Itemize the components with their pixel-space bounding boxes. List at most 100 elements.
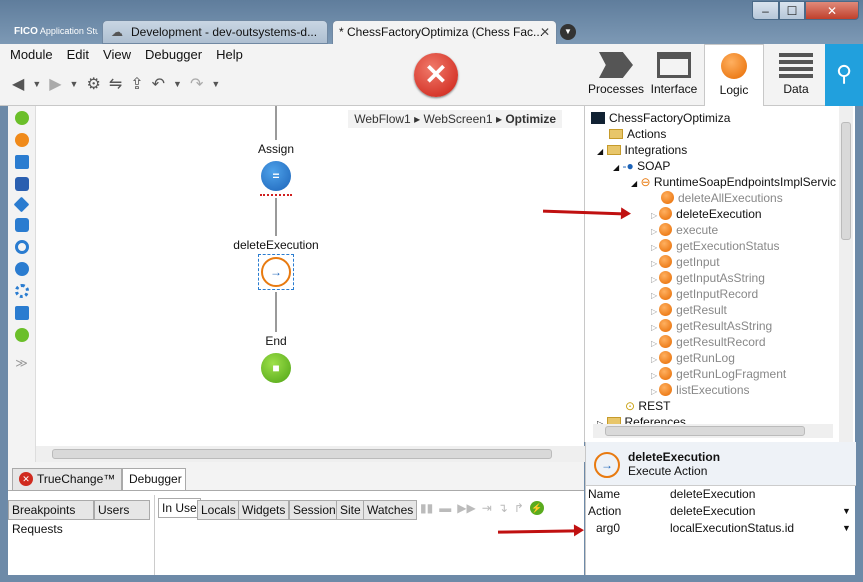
tree-method[interactable]: ▷ getInput <box>651 254 720 270</box>
property-value[interactable]: deleteExecution <box>670 486 755 502</box>
canvas-horizontal-scrollbar[interactable] <box>36 446 618 462</box>
tree-method[interactable]: ▷ getResultRecord <box>651 334 766 350</box>
error-status-button[interactable]: ✕ <box>414 53 458 97</box>
tree-method[interactable]: ▷ getInputAsString <box>651 270 765 286</box>
expand-icon[interactable]: ▷ <box>651 211 657 220</box>
close-window-button[interactable]: ✕ <box>805 1 859 20</box>
tree-method[interactable]: ▷ getInputRecord <box>651 286 758 302</box>
menu-edit[interactable]: Edit <box>67 47 89 62</box>
undo-icon[interactable]: ↶ <box>152 74 165 94</box>
menu-debugger[interactable]: Debugger <box>145 47 202 62</box>
collapse-icon[interactable]: ◢ <box>631 179 637 188</box>
tree-horizontal-scrollbar[interactable] <box>593 424 833 438</box>
nav-logic[interactable]: Logic <box>704 44 764 106</box>
expand-icon[interactable]: ▷ <box>651 323 657 332</box>
tree-method[interactable]: ▷ getRunLogFragment <box>651 366 786 382</box>
expand-palette-icon[interactable]: ≫ <box>8 356 35 370</box>
assign-tool-icon[interactable] <box>14 262 29 276</box>
expand-icon[interactable]: ▷ <box>651 291 657 300</box>
minimize-button[interactable]: – <box>752 1 779 20</box>
loop-tool-icon[interactable] <box>14 240 29 254</box>
tab-breakpoints[interactable]: Breakpoints <box>8 500 94 520</box>
flow-canvas[interactable]: WebFlow1 ▸ WebScreen1 ▸ Optimize Assign … <box>36 106 618 462</box>
forward-icon[interactable]: ▶ <box>49 74 61 94</box>
pause-icon[interactable]: ▮▮ <box>420 501 433 515</box>
redo-icon[interactable]: ↷ <box>190 74 203 94</box>
tab-site[interactable]: Site <box>336 500 365 520</box>
tab-debugger[interactable]: Debugger <box>122 468 186 490</box>
menu-module[interactable]: Module <box>10 47 53 62</box>
step-over-icon[interactable]: ⇥ <box>482 501 492 515</box>
refresh-tool-icon[interactable] <box>14 284 29 298</box>
breadcrumb-webflow[interactable]: WebFlow1 <box>354 112 410 126</box>
tree-horizontal-thumb[interactable] <box>605 426 805 436</box>
tree-method[interactable]: ▷ getResultAsString <box>651 318 772 334</box>
expand-icon[interactable]: ▷ <box>651 355 657 364</box>
step-into-icon[interactable]: ↴ <box>498 501 508 515</box>
stop-icon[interactable]: ▬ <box>439 501 451 515</box>
undo-dropdown-icon[interactable]: ▼ <box>173 79 182 89</box>
tab-users[interactable]: Users <box>94 500 150 520</box>
tree-method-selected[interactable]: ▷ deleteExecution <box>651 206 762 222</box>
search-button[interactable]: ⚲ <box>825 44 863 106</box>
back-icon[interactable]: ◀ <box>12 74 24 94</box>
expand-icon[interactable]: ▷ <box>651 243 657 252</box>
forward-dropdown-icon[interactable]: ▼ <box>70 79 79 89</box>
tree-method[interactable]: ▷ getRunLog <box>651 350 735 366</box>
tree-service[interactable]: ◢ ⊖ RuntimeSoapEndpointsImplServic <box>631 174 836 190</box>
maximize-button[interactable]: ☐ <box>779 1 805 20</box>
chevron-down-icon[interactable]: ▼ <box>842 520 851 536</box>
tree-references[interactable]: ▷ References <box>597 414 686 424</box>
tree-method[interactable]: ▷ getExecutionStatus <box>651 238 780 254</box>
tab-in-use[interactable]: In Use <box>158 498 201 518</box>
collapse-icon[interactable]: ◢ <box>597 147 603 156</box>
tab-overflow-icon[interactable]: ▼ <box>560 24 576 40</box>
tab-locals[interactable]: Locals <box>197 500 240 520</box>
end-node[interactable]: ■ <box>261 353 291 383</box>
aggregate-tool-icon[interactable] <box>14 177 29 191</box>
nav-processes[interactable]: Processes <box>586 44 646 102</box>
expand-icon[interactable]: ▷ <box>651 371 657 380</box>
tab-close-icon[interactable]: ✕ <box>540 21 550 43</box>
tab-development[interactable]: ☁ Development - dev-outsystems-d... <box>102 20 328 44</box>
tree-vertical-thumb[interactable] <box>841 122 851 240</box>
redo-dropdown-icon[interactable]: ▼ <box>211 79 220 89</box>
tab-widgets[interactable]: Widgets <box>238 500 290 520</box>
destination-tool-icon[interactable] <box>14 306 29 320</box>
tree-vertical-scrollbar[interactable] <box>839 106 853 442</box>
property-value[interactable]: localExecutionStatus.id <box>670 520 794 536</box>
nav-interface[interactable]: Interface <box>644 44 704 102</box>
tab-watches[interactable]: Watches <box>363 500 418 520</box>
tab-session[interactable]: Session <box>289 500 340 520</box>
tree-soap[interactable]: ◢ -● SOAP <box>613 158 670 174</box>
tree-method[interactable]: ▷ getResult <box>651 302 727 318</box>
menu-view[interactable]: View <box>103 47 131 62</box>
table-tool-icon[interactable] <box>14 155 29 169</box>
if-tool-icon[interactable] <box>13 196 30 213</box>
tree-rest[interactable]: ⊙ REST <box>625 398 670 414</box>
tab-chessfactory[interactable]: * ChessFactoryOptimiza (Chess Fac... ✕ <box>332 20 557 44</box>
publish-icon[interactable]: ⇪ <box>130 74 143 94</box>
property-value[interactable]: deleteExecution <box>670 503 755 519</box>
execute-action-tool-icon[interactable] <box>14 133 29 147</box>
tree-method[interactable]: ▷ listExecutions <box>651 382 750 398</box>
nav-data[interactable]: Data <box>766 44 826 102</box>
start-tool-icon[interactable] <box>14 111 29 125</box>
property-row-arg0[interactable]: arg0 localExecutionStatus.id ▼ <box>586 520 856 536</box>
switch-tool-icon[interactable] <box>14 218 29 232</box>
continue-icon[interactable]: ▶▶ <box>457 501 475 515</box>
chevron-down-icon[interactable]: ▼ <box>842 503 851 519</box>
menu-help[interactable]: Help <box>216 47 243 62</box>
expand-icon[interactable]: ▷ <box>651 307 657 316</box>
assign-node[interactable]: = <box>261 161 291 191</box>
tree-method[interactable]: deleteAllExecutions <box>661 190 783 206</box>
tree-actions[interactable]: Actions <box>609 126 666 142</box>
breadcrumb-webscreen[interactable]: WebScreen1 <box>423 112 492 126</box>
tree-method[interactable]: ▷ execute <box>651 222 718 238</box>
merge-icon[interactable]: ⇋ <box>109 74 122 94</box>
expand-icon[interactable]: ▷ <box>651 259 657 268</box>
expand-icon[interactable]: ▷ <box>651 339 657 348</box>
canvas-horizontal-thumb[interactable] <box>52 449 552 459</box>
tab-truechange[interactable]: ✕ TrueChange™ <box>12 468 122 490</box>
property-row-action[interactable]: Action deleteExecution ▼ <box>586 503 856 519</box>
